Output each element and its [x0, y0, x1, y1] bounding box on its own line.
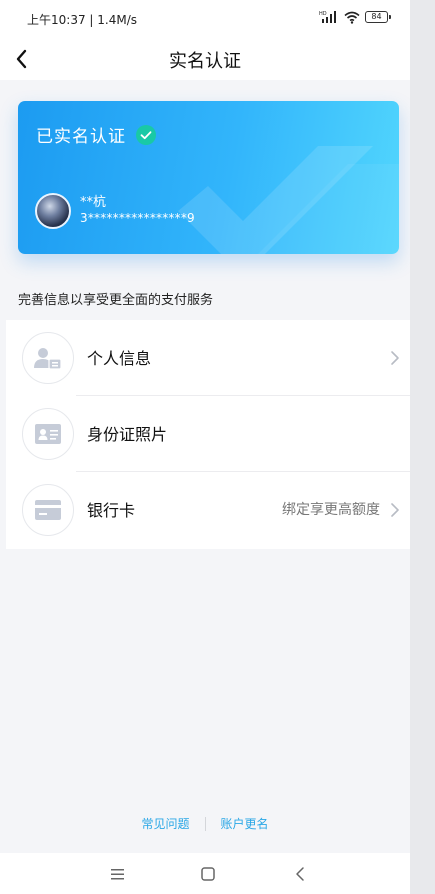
row-icon-wrap	[22, 332, 74, 384]
page-title: 实名认证	[169, 51, 241, 72]
account-rename-link[interactable]: 账户更名	[221, 815, 269, 832]
verified-card: 已实名认证 **杭 3****************9	[18, 101, 399, 254]
system-nav-bar	[0, 853, 410, 894]
row-label: 身份证照片	[87, 425, 168, 444]
wifi-icon	[344, 11, 360, 24]
screen-edge	[410, 0, 435, 894]
status-bar: 上午10:37 | 1.4M/s HD 84	[0, 0, 410, 38]
section-label: 完善信息以享受更全面的支付服务	[18, 293, 214, 308]
home-square-icon	[201, 867, 215, 881]
avatar	[35, 193, 71, 229]
home-button[interactable]	[198, 865, 218, 883]
row-label: 个人信息	[87, 349, 152, 368]
footer-links: 常见问题 账户更名	[0, 815, 410, 832]
bank-card-hint: 绑定享更高额度	[282, 502, 380, 518]
battery-icon: 84	[365, 11, 391, 23]
masked-name: **杭	[80, 195, 107, 210]
system-back-button[interactable]	[290, 865, 310, 883]
faq-link[interactable]: 常见问题	[141, 815, 189, 832]
hd-label: HD	[319, 11, 327, 17]
bank-card-icon	[35, 500, 61, 520]
status-icons: HD 84	[319, 10, 391, 24]
row-bank-card[interactable]: 银行卡 绑定享更高额度	[6, 472, 410, 548]
masked-id-number: 3****************9	[80, 211, 195, 225]
nav-bar: 实名认证	[0, 38, 410, 80]
row-label: 银行卡	[87, 501, 136, 520]
verified-status-text: 已实名认证	[36, 127, 126, 147]
row-id-photo[interactable]: 身份证照片	[6, 396, 410, 472]
menu-icon	[111, 869, 124, 880]
id-card-icon	[35, 424, 61, 444]
battery-level: 84	[371, 12, 382, 21]
person-card-icon	[34, 348, 62, 370]
back-triangle-icon	[296, 867, 304, 881]
cellular-signal-icon: HD	[319, 11, 336, 23]
footer-divider	[204, 816, 206, 831]
row-icon-wrap	[22, 484, 74, 536]
row-icon-wrap	[22, 408, 74, 460]
check-badge-icon	[136, 125, 156, 145]
chevron-right-icon	[391, 351, 399, 365]
phone-screen: 上午10:37 | 1.4M/s HD 84 实名认证 已实名认证 **杭 3*…	[0, 0, 410, 894]
row-personal-info[interactable]: 个人信息	[6, 320, 410, 396]
status-time-speed: 上午10:37 | 1.4M/s	[27, 13, 137, 27]
info-list: 个人信息 身份证照片 银行卡 绑定享更高额度	[6, 320, 410, 549]
chevron-right-icon	[391, 503, 399, 517]
menu-button[interactable]	[108, 865, 128, 883]
